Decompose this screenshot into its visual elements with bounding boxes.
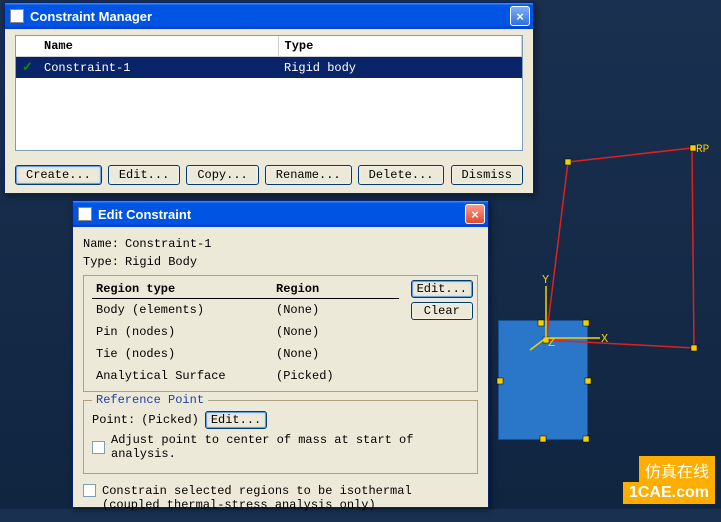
cell-name: Constraint-1: [38, 57, 278, 79]
axis-x-label: X: [601, 332, 608, 346]
region-edit-button[interactable]: Edit...: [411, 280, 473, 298]
check-icon: ✓: [16, 57, 38, 79]
constrain-isothermal-checkbox[interactable]: [83, 484, 96, 497]
window-icon: [10, 9, 24, 23]
reference-point-label: RP: [696, 144, 710, 156]
edit-button[interactable]: Edit...: [108, 165, 180, 185]
close-icon[interactable]: ×: [465, 204, 485, 224]
axis-z-label: Z: [548, 336, 555, 350]
window-icon: [78, 207, 92, 221]
region-clear-button[interactable]: Clear: [411, 302, 473, 320]
region-type-column: Region type: [92, 280, 272, 299]
close-icon[interactable]: ×: [510, 6, 530, 26]
edit-constraint-titlebar[interactable]: Edit Constraint ×: [73, 201, 488, 227]
axis-y-label: Y: [542, 273, 549, 287]
type-label: Type:: [83, 255, 119, 269]
region-row[interactable]: Tie (nodes) (None): [92, 343, 399, 365]
region-column: Region: [272, 280, 399, 299]
region-row[interactable]: Analytical Surface (Picked): [92, 365, 399, 387]
reference-point-legend: Reference Point: [92, 393, 208, 407]
constrain-isothermal-label: Constrain selected regions to be isother…: [102, 484, 412, 512]
rigid-body-outline: [546, 148, 694, 348]
watermark-url: 1CAE.com: [623, 482, 715, 504]
copy-button[interactable]: Copy...: [186, 165, 258, 185]
region-row[interactable]: Body (elements) (None): [92, 299, 399, 322]
region-row[interactable]: Pin (nodes) (None): [92, 321, 399, 343]
point-value: (Picked): [141, 413, 199, 427]
constraint-table: Name Type ✓ Constraint-1 Rigid body: [15, 35, 523, 151]
cell-type: Rigid body: [278, 57, 522, 79]
table-row[interactable]: ✓ Constraint-1 Rigid body: [16, 57, 522, 79]
constraint-manager-title: Constraint Manager: [30, 9, 152, 24]
create-button[interactable]: Create...: [15, 165, 102, 185]
reference-point-fieldset: Reference Point Point: (Picked) Edit... …: [83, 400, 478, 474]
adjust-label: Adjust point to center of mass at start …: [111, 433, 469, 461]
name-value: Constraint-1: [125, 237, 211, 251]
point-edit-button[interactable]: Edit...: [205, 411, 267, 429]
adjust-checkbox[interactable]: [92, 441, 105, 454]
column-name: Name: [38, 36, 278, 57]
point-label: Point:: [92, 413, 135, 427]
edit-constraint-window: Edit Constraint × Name: Constraint-1 Typ…: [72, 200, 489, 508]
edit-constraint-title: Edit Constraint: [98, 207, 191, 222]
region-box: Region type Region Body (elements) (None…: [83, 275, 478, 392]
constraint-manager-titlebar[interactable]: Constraint Manager ×: [5, 3, 533, 29]
rename-button[interactable]: Rename...: [265, 165, 352, 185]
constraint-manager-window: Constraint Manager × Name Type ✓ Constra…: [4, 2, 534, 194]
type-value: Rigid Body: [125, 255, 197, 269]
delete-button[interactable]: Delete...: [358, 165, 445, 185]
name-label: Name:: [83, 237, 119, 251]
dismiss-button[interactable]: Dismiss: [451, 165, 523, 185]
viewport-solid-box: [498, 320, 588, 440]
column-type: Type: [278, 36, 522, 57]
watermark-cn: 仿真在线: [639, 456, 715, 484]
